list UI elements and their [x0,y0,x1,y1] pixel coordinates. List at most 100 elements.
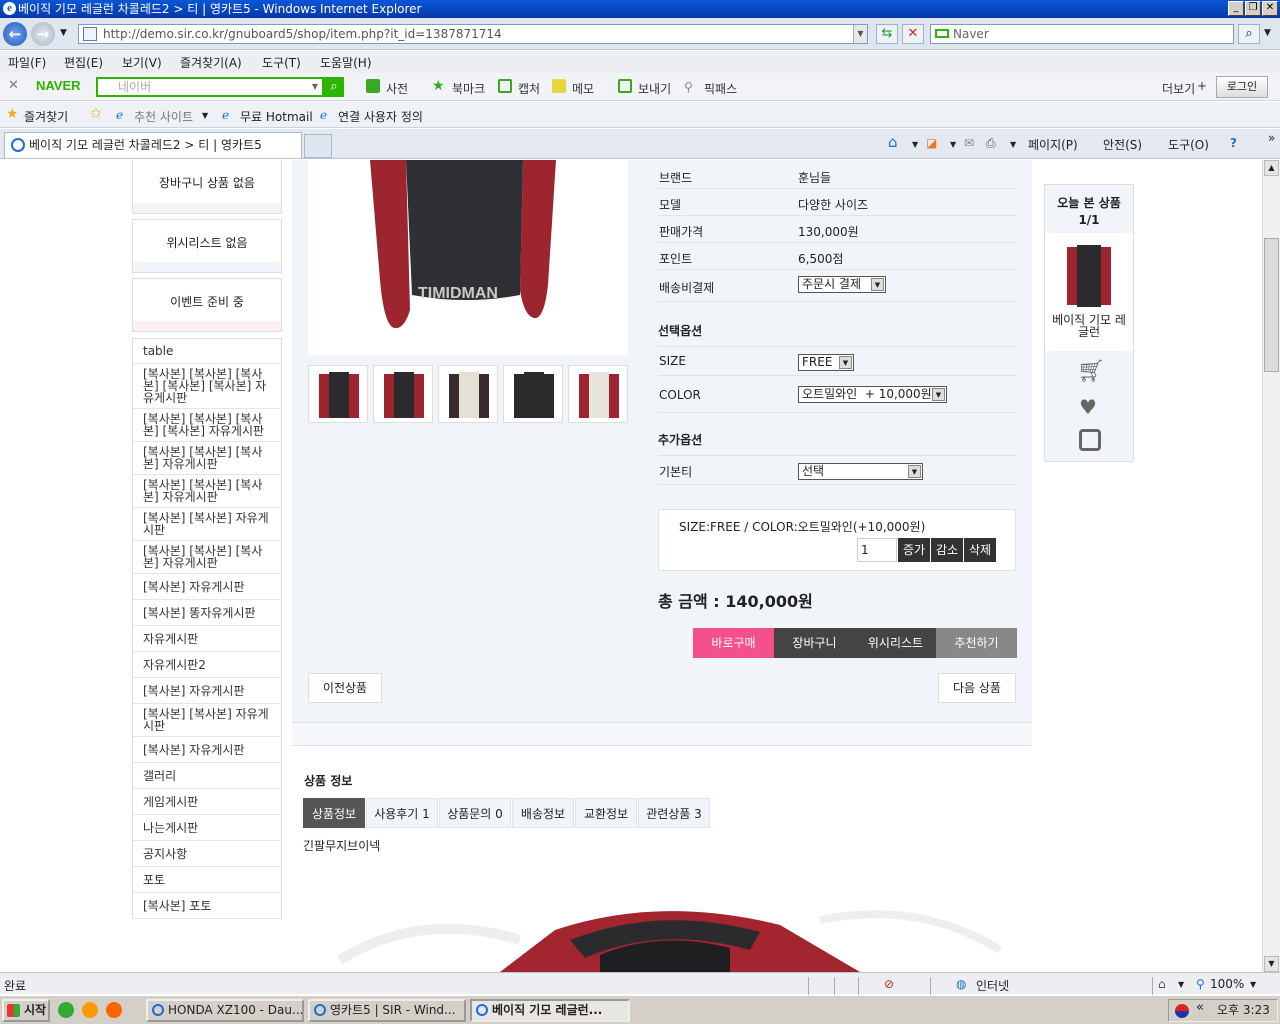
refresh-icon[interactable]: ⇆ [876,24,898,44]
cmd-safety[interactable]: 안전(S) [1103,136,1142,153]
nav-item[interactable]: table [133,339,281,364]
prev-product-button[interactable]: 이전상품 [308,673,382,703]
cmd-page[interactable]: 페이지(P) [1028,136,1078,153]
nav-item[interactable]: [복사본] [복사본] [복사본] [복사본] [복사본] 자유게시판 [133,364,281,409]
nav-item[interactable]: [복사본] [복사본] [복사본] [복사본] 자유게시판 [133,409,281,442]
tab-product-info[interactable]: 상품정보 [303,798,365,828]
fav-custom-links[interactable]: 연결 사용자 정의 [338,108,423,125]
nav-item[interactable]: [복사본] 자유게시판 [133,574,281,600]
nav-item[interactable]: [복사본] [복사본] [복사본] 자유게시판 [133,442,281,475]
nav-item[interactable]: 공지사항 [133,841,281,867]
nav-item[interactable]: 포토 [133,867,281,893]
qty-decrease-button[interactable]: 감소 [931,538,963,562]
toolbar-pickpass[interactable]: 픽패스 [704,80,737,97]
toolbar-close-icon[interactable]: ✕ [8,78,19,93]
toolbar-memo[interactable]: 메모 [572,80,594,97]
next-product-button[interactable]: 다음 상품 [938,673,1016,703]
print-icon[interactable]: ⎙ [986,136,996,151]
menu-tools[interactable]: 도구(T) [262,54,301,71]
nav-item[interactable]: 자유게시판2 [133,652,281,678]
zoom-level[interactable]: 100% [1210,977,1244,991]
task-honda[interactable]: HONDA XZ100 - Dau... [146,999,304,1022]
favorites-button[interactable]: 즐겨찾기 [24,108,68,125]
nav-item[interactable]: [복사본] [복사본] 자유게시판 [133,508,281,541]
feeds-icon[interactable]: ◪ [926,136,937,150]
back-button[interactable]: ← [3,22,27,46]
nav-item[interactable]: [복사본] [복사본] [복사본] 자유게시판 [133,475,281,508]
search-go-icon[interactable]: ⌕ [1238,24,1260,44]
tab-current[interactable]: 베이직 기모 레글런 차콜레드2 > 티 | 영카트5 [4,132,302,158]
buy-now-button[interactable]: 바로구매 [693,628,774,658]
tab-reviews[interactable]: 사용후기 1 [366,798,438,828]
thumbnail-3[interactable] [438,365,498,423]
help-icon[interactable]: ? [1230,136,1237,150]
toolbar-send[interactable]: 보내기 [638,80,671,97]
thumbnail-4[interactable] [503,365,563,423]
address-dropdown-icon[interactable]: ▼ [853,25,867,43]
protected-mode-icon[interactable]: ⌂ [1158,977,1166,991]
home-icon[interactable]: ⌂ [888,133,898,151]
restore-button[interactable]: ❐ [1245,1,1261,16]
wishlist-button[interactable]: 위시리스트 [855,628,936,658]
history-dropdown-icon[interactable]: ▼ [60,28,67,38]
heart-icon[interactable]: ♥ [1079,395,1097,419]
popup-blocked-icon[interactable]: ⊘ [884,977,894,991]
add-to-cart-button[interactable]: 장바구니 [774,628,855,658]
add-favorite-icon[interactable]: ✩ [90,106,102,122]
quicklaunch-browser-icon[interactable] [82,1002,98,1018]
thumbnail-1[interactable] [308,365,368,423]
thumbnail-5[interactable] [568,365,628,423]
toolbar-more[interactable]: 더보기 [1162,80,1195,97]
product-main-image[interactable]: TIMIDMAN [308,160,628,355]
naver-search-input[interactable]: 네이버 ▼ [96,77,324,97]
task-youngcart[interactable]: 영카트5 | SIR - Wind... [308,999,466,1022]
new-tab-button[interactable] [304,134,332,158]
fav-hotmail[interactable]: 무료 Hotmail [240,108,313,125]
mail-icon[interactable]: ✉ [964,136,974,150]
search-options-icon[interactable]: ▼ [1264,28,1271,38]
forward-button[interactable]: → [31,22,55,46]
color-select[interactable]: 오트밀와인 + 10,000원 ▼ [798,386,947,403]
shipping-select[interactable]: 주문시 결제 ▼ [798,276,886,293]
menu-edit[interactable]: 편집(E) [64,54,103,71]
nav-item[interactable]: [복사본] [복사본] 자유게시판 [133,704,281,737]
quantity-input[interactable]: 1 [857,538,897,562]
address-field[interactable]: http://demo.sir.co.kr/gnuboard5/shop/ite… [78,24,868,44]
naver-input-dropdown-icon[interactable]: ▼ [312,79,318,95]
size-select[interactable]: FREE ▼ [798,354,854,371]
nav-item[interactable]: [복사본] 포토 [133,893,281,919]
scroll-down-icon[interactable]: ▼ [1264,956,1279,972]
basic-tee-select[interactable]: 선택 ▼ [798,463,923,480]
cart-icon[interactable]: 🛒︎ [1077,359,1105,384]
close-window-button[interactable]: ✕ [1262,1,1278,16]
scroll-thumb[interactable] [1264,238,1279,372]
option-delete-button[interactable]: 삭제 [964,538,996,562]
nav-item[interactable]: [복사본] [복사본] [복사본] 자유게시판 [133,541,281,574]
zoom-dropdown-icon[interactable]: ▼ [1250,980,1256,989]
feeds-dropdown-icon[interactable]: ▼ [950,140,956,149]
quicklaunch-utorrent-icon[interactable] [58,1002,74,1018]
quicklaunch-app-icon[interactable] [106,1002,122,1018]
tab-shipping[interactable]: 배송정보 [512,798,574,828]
search-input[interactable]: Naver [930,24,1234,44]
task-current-page[interactable]: 베이직 기모 레글런... [470,999,630,1022]
start-button[interactable]: 시작 [2,999,50,1022]
nav-item[interactable]: 게임게시판 [133,789,281,815]
tray-ime-icon[interactable] [1175,1004,1189,1018]
bus-icon[interactable] [1079,429,1101,451]
menu-view[interactable]: 보기(V) [122,54,162,71]
tray-expand-icon[interactable]: « [1196,1000,1204,1015]
nav-item[interactable]: 나는게시판 [133,815,281,841]
scroll-up-icon[interactable]: ▲ [1264,160,1279,176]
minimize-button[interactable]: _ [1228,1,1244,16]
nav-item[interactable]: [복사본] 똥자유게시판 [133,600,281,626]
home-dropdown-icon[interactable]: ▼ [912,140,918,149]
stop-icon[interactable]: ✕ [902,24,924,44]
print-dropdown-icon[interactable]: ▼ [1010,140,1016,149]
tab-qna[interactable]: 상품문의 0 [439,798,511,828]
tab-exchange[interactable]: 교환정보 [575,798,637,828]
suggested-dropdown-icon[interactable]: ▼ [202,111,208,120]
clock[interactable]: 오후 3:23 [1217,1000,1270,1021]
cmd-tools[interactable]: 도구(O) [1168,136,1209,153]
fav-suggested-sites[interactable]: 추천 사이트 [134,108,193,125]
